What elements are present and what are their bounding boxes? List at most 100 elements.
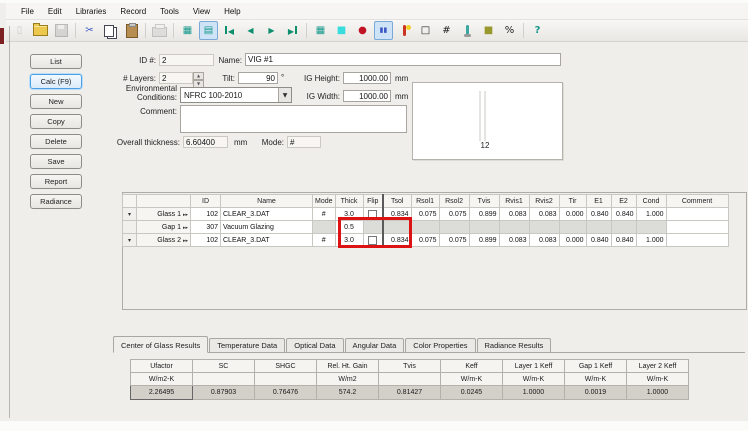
- layer-expand-arrows-icon[interactable]: ▸▸: [183, 225, 188, 231]
- list-button[interactable]: List: [30, 54, 82, 69]
- menu-record[interactable]: Record: [113, 5, 153, 18]
- cell-rvis2[interactable]: 0.083: [529, 208, 559, 221]
- flip-checkbox[interactable]: [368, 236, 377, 245]
- cell-comment[interactable]: [666, 221, 728, 234]
- tab-temperature-data[interactable]: Temperature Data: [209, 338, 285, 352]
- cell-mode[interactable]: #: [313, 234, 336, 247]
- layer-label[interactable]: Glass 2▸▸: [137, 234, 191, 247]
- layer-type-dropdown[interactable]: ▾: [123, 234, 137, 247]
- layers-field[interactable]: 2: [159, 72, 193, 84]
- result-value-shgc[interactable]: 0.76476: [255, 386, 317, 400]
- cell-rsol1[interactable]: 0.075: [411, 208, 439, 221]
- new-document-icon[interactable]: ▯: [10, 21, 29, 40]
- cell-rvis2[interactable]: 0.083: [529, 234, 559, 247]
- cell-tir[interactable]: 0.000: [559, 234, 586, 247]
- flip-checkbox[interactable]: [368, 210, 377, 219]
- cell-name[interactable]: CLEAR_3.DAT: [221, 208, 313, 221]
- delete-button[interactable]: Delete: [30, 134, 82, 149]
- cell-name[interactable]: Vacuum Glazing: [221, 221, 313, 234]
- cell-id[interactable]: 102: [191, 234, 221, 247]
- cell-e1[interactable]: 0.840: [586, 234, 611, 247]
- next-record-icon[interactable]: ▶: [262, 21, 281, 40]
- cell-flip[interactable]: [363, 208, 383, 221]
- tab-angular-data[interactable]: Angular Data: [345, 338, 405, 352]
- result-value-layer2-keff[interactable]: 1.0000: [627, 386, 689, 400]
- cell-tir[interactable]: 0.000: [559, 208, 586, 221]
- cell-id[interactable]: 102: [191, 208, 221, 221]
- menu-file[interactable]: File: [14, 5, 41, 18]
- cell-e1[interactable]: 0.840: [586, 208, 611, 221]
- comment-field[interactable]: [180, 105, 407, 133]
- tab-color-properties[interactable]: Color Properties: [405, 338, 475, 352]
- window-library-icon[interactable]: ▦: [311, 21, 330, 40]
- menu-view[interactable]: View: [186, 5, 217, 18]
- cell-mode[interactable]: #: [313, 208, 336, 221]
- cell-thick[interactable]: 0.5: [335, 221, 363, 234]
- cell-cond[interactable]: 1.000: [636, 234, 666, 247]
- tab-optical-data[interactable]: Optical Data: [286, 338, 343, 352]
- menu-help[interactable]: Help: [217, 5, 247, 18]
- percent-toggle-icon[interactable]: %: [500, 21, 519, 40]
- previous-record-icon[interactable]: ◀: [241, 21, 260, 40]
- report-button[interactable]: Report: [30, 174, 82, 189]
- ig-height-field[interactable]: 1000.00: [343, 72, 391, 84]
- save-icon[interactable]: [52, 21, 71, 40]
- cell-e2[interactable]: 0.840: [611, 208, 636, 221]
- divider-library-icon[interactable]: #: [437, 21, 456, 40]
- cell-comment[interactable]: [666, 234, 728, 247]
- result-value-layer1-keff[interactable]: 1.0000: [503, 386, 565, 400]
- help-icon[interactable]: ?: [528, 21, 547, 40]
- print-icon[interactable]: [150, 21, 169, 40]
- cell-tsol[interactable]: 0.834: [383, 208, 411, 221]
- last-record-icon[interactable]: ▶: [283, 21, 302, 40]
- save-button[interactable]: Save: [30, 154, 82, 169]
- id-field[interactable]: 2: [159, 54, 214, 66]
- environmental-conditions-icon[interactable]: [395, 21, 414, 40]
- mode-field[interactable]: #: [287, 136, 321, 148]
- result-value-sc[interactable]: 0.87903: [193, 386, 255, 400]
- optical-results-icon[interactable]: ■: [479, 21, 498, 40]
- layer-label[interactable]: Gap 1▸▸: [137, 221, 191, 234]
- calc-button[interactable]: Calc (F9): [30, 74, 82, 89]
- cell-tsol[interactable]: 0.834: [383, 234, 411, 247]
- cell-flip[interactable]: [363, 234, 383, 247]
- tilt-field[interactable]: 90: [238, 72, 278, 84]
- record-list-view-icon[interactable]: ▦: [178, 21, 197, 40]
- result-value-keff[interactable]: 0.0245: [441, 386, 503, 400]
- detail-view-icon[interactable]: ▤: [199, 21, 218, 40]
- chevron-down-icon[interactable]: ▼: [278, 88, 291, 102]
- copy-button[interactable]: Copy: [30, 114, 82, 129]
- gas-library-icon[interactable]: ●: [353, 21, 372, 40]
- radiance-button[interactable]: Radiance: [30, 194, 82, 209]
- stepper-up-icon[interactable]: ▲: [193, 72, 204, 80]
- cell-rsol1[interactable]: 0.075: [411, 234, 439, 247]
- glazing-system-library-icon[interactable]: ■: [332, 21, 351, 40]
- cell-tvis[interactable]: 0.899: [469, 234, 499, 247]
- tab-radiance-results[interactable]: Radiance Results: [477, 338, 552, 352]
- menu-tools[interactable]: Tools: [153, 5, 186, 18]
- result-value-rel-ht-gain[interactable]: 574.2: [317, 386, 379, 400]
- layers-stepper[interactable]: ▲ ▼: [193, 72, 204, 88]
- result-value-tvis[interactable]: 0.81427: [379, 386, 441, 400]
- cell-rsol2[interactable]: 0.075: [439, 208, 469, 221]
- layer-label[interactable]: Glass 1▸▸: [137, 208, 191, 221]
- cell-comment[interactable]: [666, 208, 728, 221]
- ig-width-field[interactable]: 1000.00: [343, 90, 391, 102]
- cell-cond[interactable]: 1.000: [636, 208, 666, 221]
- cell-tvis[interactable]: 0.899: [469, 208, 499, 221]
- first-record-icon[interactable]: ◀: [220, 21, 239, 40]
- open-folder-icon[interactable]: [31, 21, 50, 40]
- result-value-gap1-keff[interactable]: 0.0019: [565, 386, 627, 400]
- layer-expand-arrows-icon[interactable]: ▸▸: [183, 238, 188, 244]
- copy-icon[interactable]: [101, 21, 120, 40]
- cell-rsol2[interactable]: 0.075: [439, 234, 469, 247]
- glazing-system-view-icon[interactable]: ▮▮: [374, 21, 393, 40]
- result-value-ufactor[interactable]: 2.26495: [131, 386, 193, 400]
- menu-libraries[interactable]: Libraries: [69, 5, 114, 18]
- cut-icon[interactable]: ✂: [80, 21, 99, 40]
- new-button[interactable]: New: [30, 94, 82, 109]
- temperature-results-icon[interactable]: [458, 21, 477, 40]
- menu-edit[interactable]: Edit: [41, 5, 69, 18]
- overall-thickness-field[interactable]: 6.60400: [183, 136, 228, 148]
- cell-e2[interactable]: 0.840: [611, 234, 636, 247]
